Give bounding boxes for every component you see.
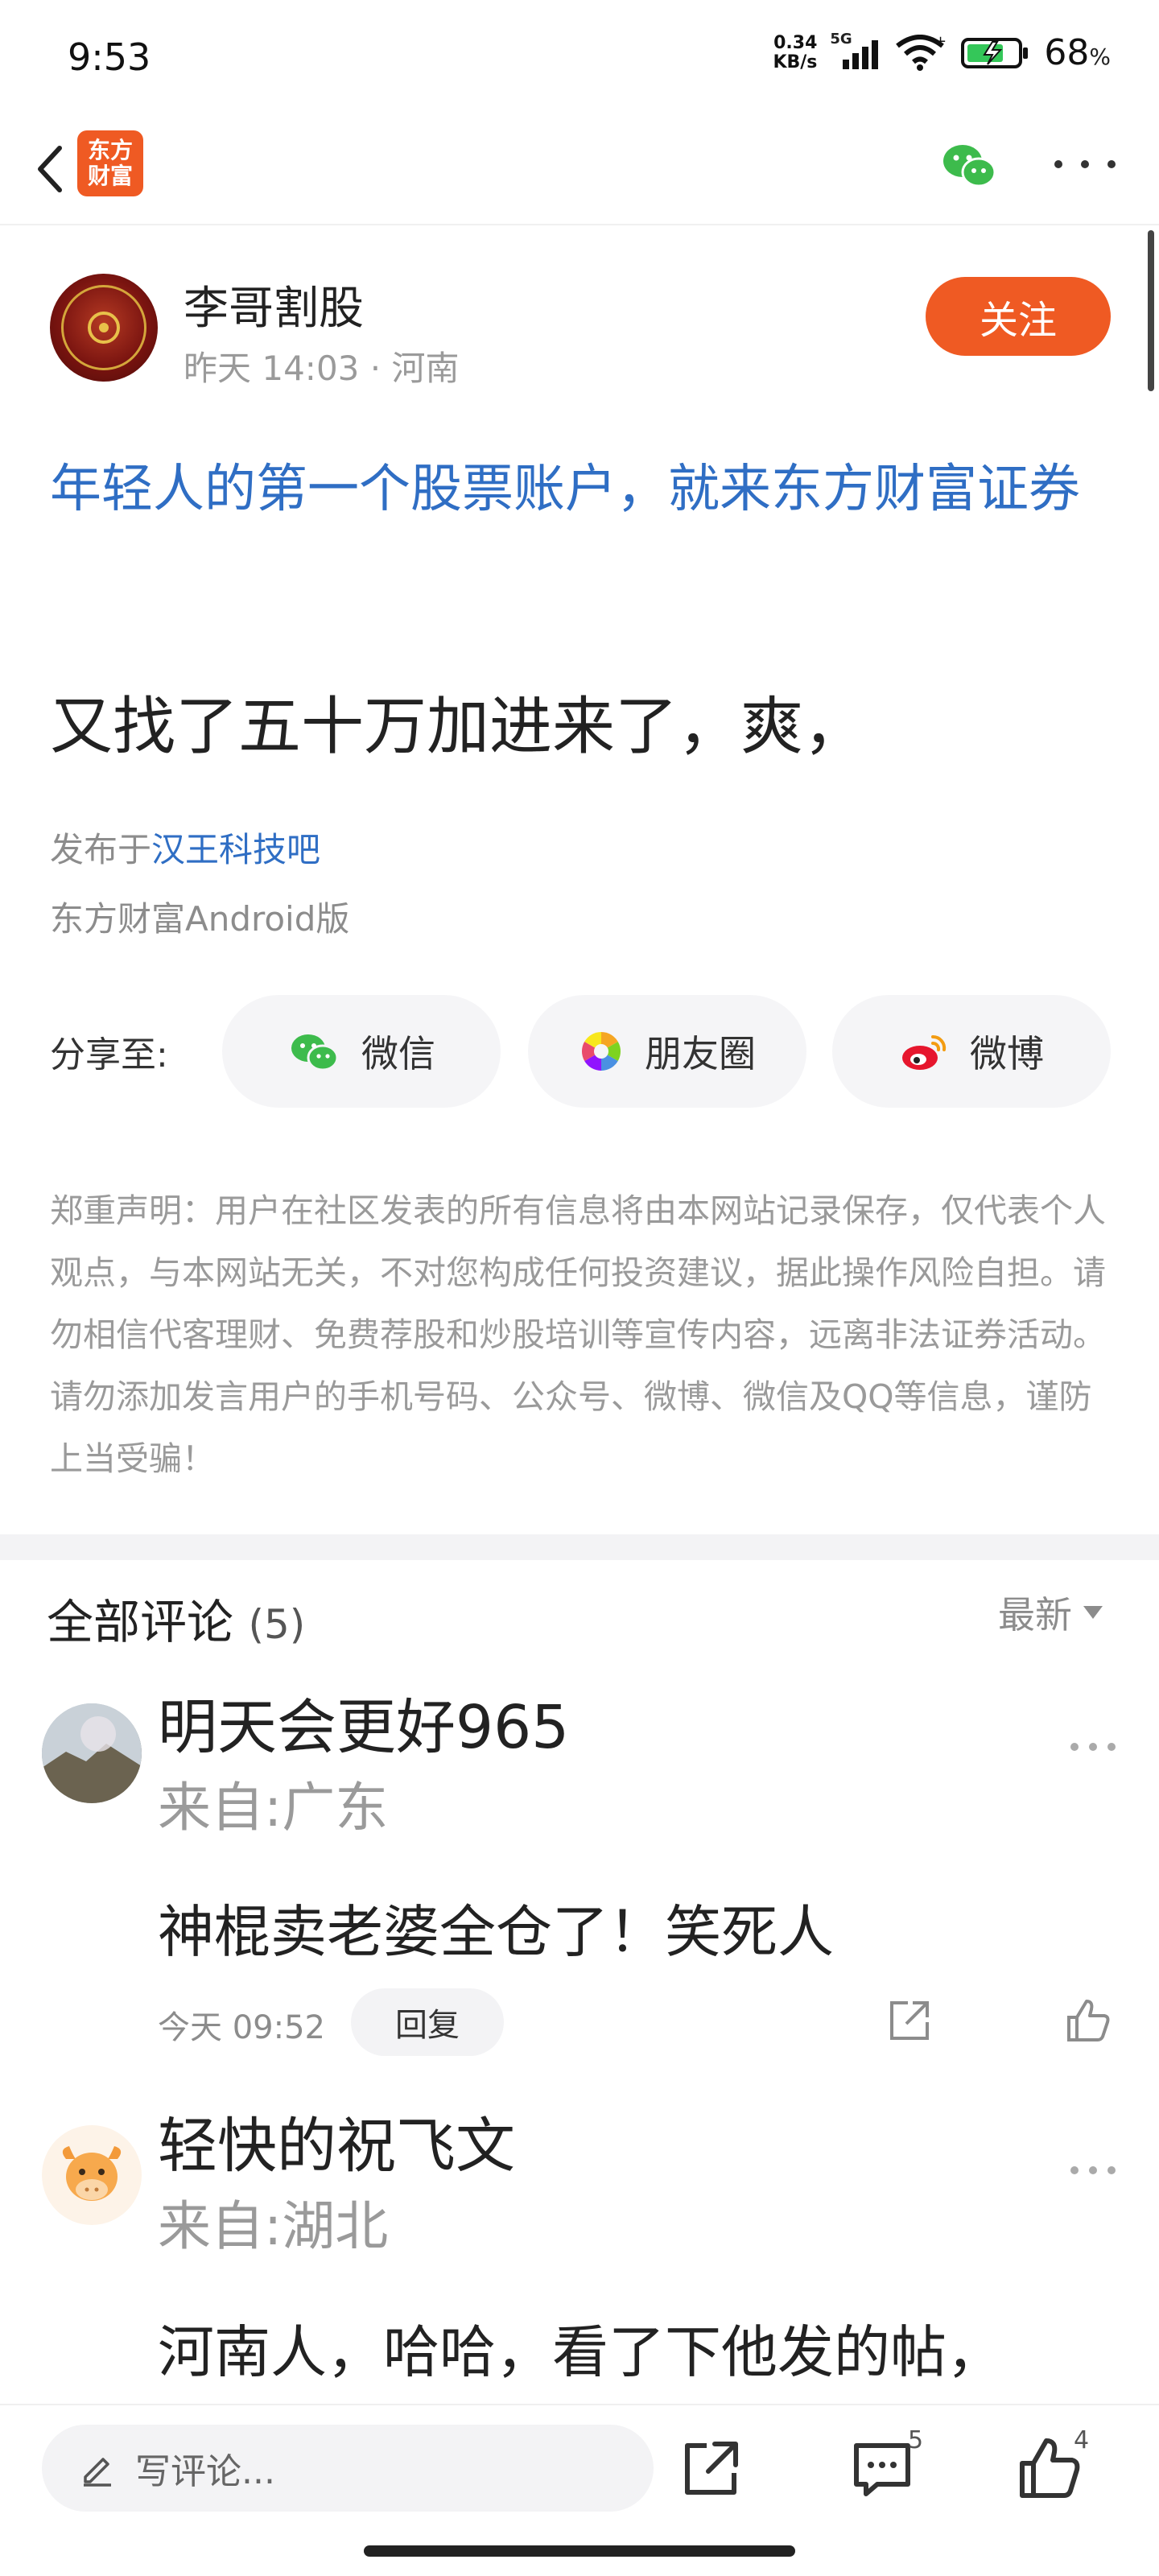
moments-icon [581, 1032, 621, 1071]
dot [1089, 1743, 1097, 1751]
reply-button[interactable]: 回复 [351, 1988, 504, 2056]
top-nav: 东方 财富 [0, 113, 1159, 225]
status-time: 9:53 [68, 35, 151, 79]
share-wechat-button[interactable]: 微信 [222, 995, 501, 1108]
author-name[interactable]: 李哥割股 [184, 272, 364, 337]
write-comment-input[interactable]: 写评论... [42, 2425, 654, 2512]
wechat-icon [291, 1034, 339, 1071]
post-meta: 昨天 14:03 · 河南 [184, 349, 460, 388]
share-icon[interactable] [678, 2434, 745, 2502]
sort-dropdown[interactable]: 最新 [998, 1586, 1103, 1639]
cow-avatar-icon [62, 2146, 122, 2201]
pencil-icon [84, 2458, 111, 2487]
chevron-left-icon [38, 146, 62, 192]
comments-count: (5) [248, 1601, 306, 1648]
svg-text:+: + [934, 35, 946, 50]
post-body: 又找了五十万加进来了，爽， [50, 691, 867, 763]
thumbs-up-icon[interactable] [1064, 1996, 1112, 2045]
cellular-signal-icon: 5G [830, 31, 880, 69]
wechat-icon[interactable] [937, 134, 1001, 198]
battery-level: 68% [1044, 32, 1111, 73]
weibo-icon [902, 1034, 947, 1070]
wifi-icon: + [896, 35, 946, 71]
home-indicator[interactable] [364, 2545, 795, 2557]
disclaimer: 郑重声明：用户在社区发表的所有信息将由本网站记录保存，仅代表个人观点，与本网站无… [50, 1191, 1106, 1478]
comment-text: 神棍卖老婆全仓了！笑死人 [158, 1899, 834, 1965]
dot [1089, 2166, 1097, 2174]
follow-button[interactable]: 关注 [926, 277, 1111, 356]
status-icons: 0.34 KB/s 5G + 68% [773, 31, 1111, 74]
scroll-indicator [1148, 230, 1154, 391]
published-in: 发布于汉王科技吧 [50, 830, 321, 869]
commenter-location: 来自:湖北 [158, 2195, 389, 2257]
dot [1107, 1743, 1116, 1751]
commenter-name[interactable]: 明天会更好965 [158, 1679, 569, 1765]
status-bar: 9:53 0.34 KB/s 5G + 68% [0, 0, 1159, 113]
comment-time: 今天 09:52 [158, 2009, 325, 2046]
like-count-badge: 4 [1074, 2426, 1090, 2454]
dot [1070, 1743, 1079, 1751]
avatar-landscape [42, 1703, 142, 1803]
comment-more-button[interactable] [1070, 1739, 1116, 1755]
comment-count-badge: 5 [908, 2426, 924, 2454]
app-logo[interactable]: 东方 财富 [77, 130, 143, 196]
author-avatar[interactable] [50, 274, 158, 382]
comment-more-button[interactable] [1070, 2162, 1116, 2178]
dot [1107, 2166, 1116, 2174]
dot [1081, 160, 1089, 168]
commenter-avatar[interactable] [42, 2125, 142, 2225]
caret-down-icon [1083, 1606, 1103, 1619]
network-speed: 0.34 KB/s [773, 32, 818, 72]
bottom-action-bar: 写评论... 5 4 [0, 2404, 1159, 2576]
avatar-emblem [88, 312, 120, 344]
comment-icon[interactable] [848, 2434, 916, 2502]
forum-link[interactable]: 汉王科技吧 [151, 830, 320, 869]
more-options-button[interactable] [1054, 148, 1116, 180]
share-weibo-button[interactable]: 微博 [832, 995, 1111, 1108]
dot [1054, 160, 1062, 168]
share-icon[interactable] [885, 1996, 934, 2045]
commenter-avatar[interactable] [42, 1703, 142, 1803]
comment-text: 河南人，哈哈，看了下他发的帖， [158, 2319, 1003, 2385]
dot [1070, 2166, 1079, 2174]
share-label: 分享至: [50, 1034, 168, 1075]
platform-label: 东方财富Android版 [50, 899, 350, 939]
share-moments-button[interactable]: 朋友圈 [528, 995, 806, 1108]
back-button[interactable] [18, 134, 82, 204]
commenter-name[interactable]: 轻快的祝飞文 [158, 2098, 515, 2184]
battery-icon [961, 37, 1029, 68]
dot [1107, 160, 1116, 168]
promo-link[interactable]: 年轻人的第一个股票账户，就来东方财富证券 [50, 448, 1120, 531]
comments-title: 全部评论 (5) [47, 1595, 306, 1649]
commenter-location: 来自:广东 [158, 1777, 389, 1839]
section-divider [0, 1534, 1159, 1560]
